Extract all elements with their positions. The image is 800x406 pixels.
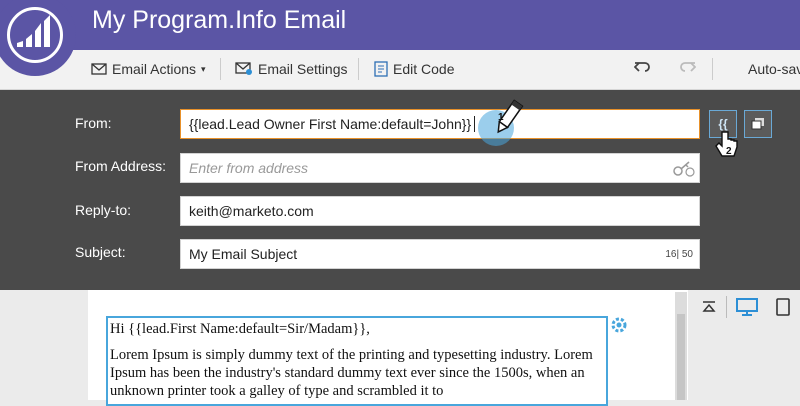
scrollbar-thumb[interactable] xyxy=(677,314,685,400)
redo-button[interactable] xyxy=(680,59,696,75)
toolbar-divider xyxy=(220,58,221,80)
desktop-view-button[interactable] xyxy=(734,296,760,318)
from-label: From: xyxy=(75,115,112,131)
view-toolbar xyxy=(688,290,800,326)
email-settings-label: Email Settings xyxy=(258,61,348,77)
mobile-icon xyxy=(776,298,790,316)
undo-button[interactable] xyxy=(634,59,650,75)
copy-icon xyxy=(751,118,764,130)
email-body-text: Lorem Ipsum is simply dummy text of the … xyxy=(110,347,593,399)
reply-to-field[interactable]: keith@marketo.com xyxy=(180,196,700,226)
email-content-block[interactable]: Hi {{lead.First Name:default=Sir/Madam}}… xyxy=(106,316,608,406)
from-address-field[interactable]: Enter from address xyxy=(180,153,700,183)
pencil-icon xyxy=(497,99,524,134)
subject-char-counter: 16| 50 xyxy=(665,249,693,260)
step-2-number: 2 xyxy=(726,146,732,157)
arrow-up-bar-icon xyxy=(702,301,716,312)
desktop-icon xyxy=(736,298,758,316)
logo-ring xyxy=(7,7,63,63)
toolbar-divider xyxy=(358,58,359,80)
view-toolbar-divider xyxy=(726,296,727,318)
from-address-placeholder: Enter from address xyxy=(189,160,309,176)
reply-to-value: keith@marketo.com xyxy=(189,203,314,219)
subject-field[interactable]: My Email Subject 16| 50 xyxy=(180,239,700,269)
edit-code-button[interactable]: Edit Code xyxy=(374,61,454,77)
envelope-gear-icon xyxy=(235,62,252,75)
step-2-indicator: 2 xyxy=(714,130,744,164)
mobile-view-button[interactable] xyxy=(770,296,796,318)
auto-save-label: Auto-sav xyxy=(748,61,800,77)
caret-down-icon: ▾ xyxy=(201,63,206,74)
email-actions-label: Email Actions xyxy=(112,61,197,77)
subject-label: Subject: xyxy=(75,244,126,260)
code-file-icon xyxy=(374,61,388,77)
collapse-top-button[interactable] xyxy=(696,296,722,318)
from-address-label: From Address: xyxy=(75,158,167,174)
subject-value: My Email Subject xyxy=(189,246,298,262)
step-1-indicator: 1 xyxy=(474,99,524,148)
copy-button[interactable] xyxy=(744,110,772,138)
email-settings-button[interactable]: Email Settings xyxy=(235,61,347,77)
logo-bars-icon xyxy=(17,15,50,47)
email-actions-menu[interactable]: Email Actions ▾ xyxy=(91,61,206,77)
block-settings-gear-icon[interactable] xyxy=(610,316,628,334)
from-field[interactable]: {{lead.Lead Owner First Name:default=Joh… xyxy=(180,109,700,139)
envelope-icon xyxy=(91,63,107,75)
from-value: {{lead.Lead Owner First Name:default=Joh… xyxy=(189,116,472,132)
undo-icon xyxy=(634,62,650,72)
key-icon xyxy=(673,161,695,177)
token-braces-icon: {{ xyxy=(718,117,728,131)
toolbar: Email Actions ▾ Email Settings Edit Code… xyxy=(0,50,800,90)
canvas-scrollbar[interactable] xyxy=(675,292,687,400)
toolbar-divider xyxy=(712,58,713,80)
reply-to-label: Reply-to: xyxy=(75,202,132,218)
page-title: My Program.Info Email xyxy=(92,6,347,34)
email-greeting: Hi {{lead.First Name:default=Sir/Madam}}… xyxy=(110,321,370,337)
auto-save-toggle[interactable]: Auto-sav xyxy=(748,61,800,77)
redo-icon xyxy=(680,62,696,72)
step-1-number: 1 xyxy=(498,112,504,123)
edit-code-label: Edit Code xyxy=(393,61,455,77)
